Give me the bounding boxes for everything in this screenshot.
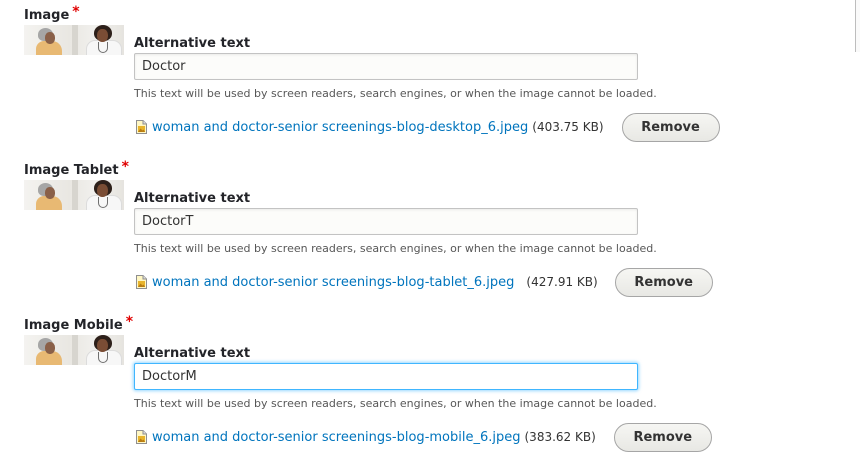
alt-text-description: This text will be used by screen readers… [134,87,657,100]
alt-text-label: Alternative text [134,36,251,51]
required-marker: * [125,314,134,330]
remove-button[interactable]: Remove [621,112,720,142]
image-thumbnail[interactable] [24,180,124,210]
alt-text-label: Alternative text [134,191,251,206]
image-thumbnail[interactable] [24,335,124,365]
field-label: Image * [24,4,80,24]
image-file-icon [136,430,147,444]
alt-text-label: Alternative text [134,346,251,361]
image-mobile-field: Image Mobile* Alternative text This text… [24,314,844,466]
file-link[interactable]: woman and doctor-senior screenings-blog-… [152,275,514,290]
field-label-text: Image [24,8,70,23]
field-label: Image Mobile * [24,314,134,334]
file-size: (403.75 KB) [532,120,604,134]
required-marker: * [121,159,129,175]
field-label-text: Image Tablet [24,163,119,178]
image-tablet-field: Image Tablet* Alternative text This text… [24,159,844,312]
file-row: woman and doctor-senior screenings-blog-… [136,112,720,142]
image-thumbnail[interactable] [24,25,124,55]
alt-text-input[interactable] [134,363,638,390]
image-fields-form: Image* Alternative text This text will b… [0,0,860,466]
remove-button[interactable]: Remove [613,422,712,452]
remove-button[interactable]: Remove [614,267,713,297]
field-label-text: Image Mobile [24,318,123,333]
alt-text-input[interactable] [134,208,638,235]
image-field: Image* Alternative text This text will b… [24,4,844,157]
file-row: woman and doctor-senior screenings-blog-… [136,422,712,452]
image-file-icon [136,120,147,134]
file-size: (383.62 KB) [524,430,596,444]
alt-text-description: This text will be used by screen readers… [134,242,657,255]
scrollbar-edge[interactable] [855,0,860,52]
required-marker: * [72,4,80,20]
image-file-icon [136,275,147,289]
file-link[interactable]: woman and doctor-senior screenings-blog-… [152,430,521,445]
file-link[interactable]: woman and doctor-senior screenings-blog-… [152,120,528,135]
alt-text-description: This text will be used by screen readers… [134,397,657,410]
field-label: Image Tablet * [24,159,129,179]
alt-text-input[interactable] [134,53,638,80]
file-row: woman and doctor-senior screenings-blog-… [136,267,713,297]
file-size: (427.91 KB) [526,275,598,289]
